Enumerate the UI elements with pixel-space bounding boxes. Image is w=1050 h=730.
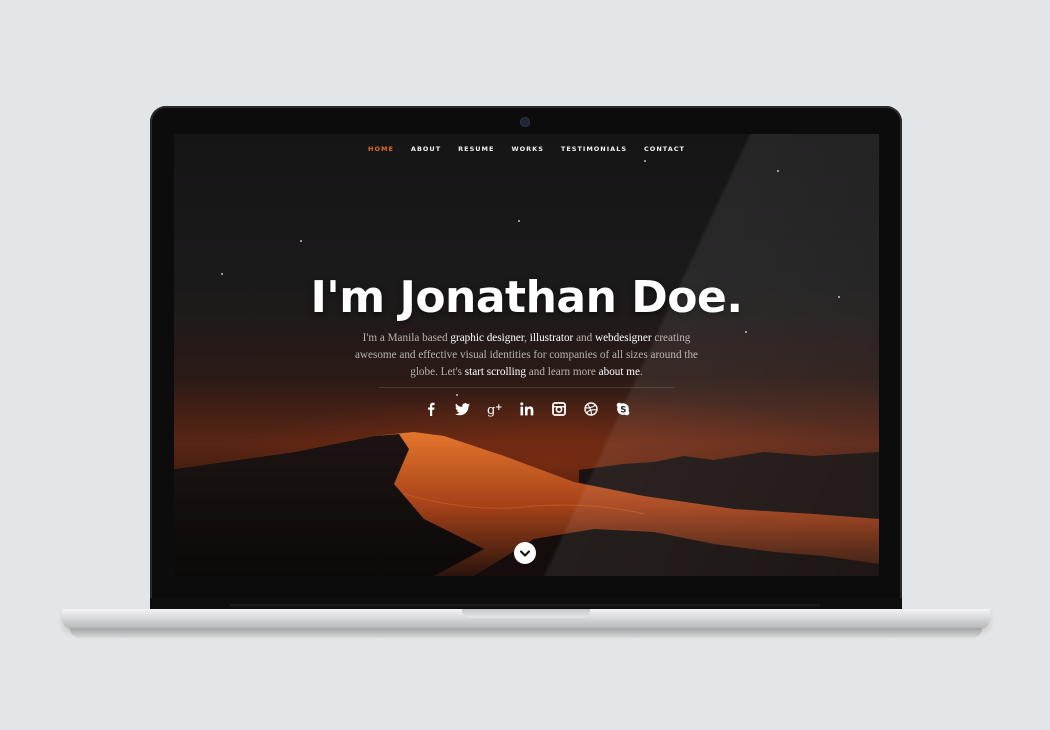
nav-item-resume[interactable]: RESUME (458, 142, 494, 156)
start-scrolling-link[interactable]: start scrolling (465, 366, 526, 378)
nav-item-about[interactable]: ABOUT (411, 142, 441, 156)
highlight-graphic-designer: graphic designer (450, 332, 525, 344)
twitter-icon[interactable] (454, 400, 472, 418)
scroll-down-button[interactable] (514, 542, 536, 564)
nav-item-home[interactable]: HOME (368, 142, 394, 156)
intro-text: and (573, 332, 596, 344)
svg-text:+: + (495, 403, 503, 413)
highlight-illustrator: illustrator (529, 332, 574, 344)
hinge (230, 604, 820, 607)
website-screen: HOME ABOUT RESUME WORKS TESTIMONIALS CON… (174, 134, 879, 576)
facebook-icon[interactable] (422, 400, 440, 418)
hero-intro: I'm a Manila based graphic designer, ill… (344, 330, 709, 381)
nav-item-testimonials[interactable]: TESTIMONIALS (561, 142, 627, 156)
nav-item-contact[interactable]: CONTACT (644, 142, 685, 156)
intro-text: I'm a Manila based (362, 332, 451, 344)
intro-text: . (639, 366, 643, 378)
svg-text:S: S (620, 405, 626, 415)
instagram-icon[interactable] (550, 400, 568, 418)
linkedin-icon[interactable] (518, 400, 536, 418)
hero-title: I'm Jonathan Doe. (310, 272, 743, 323)
highlight-webdesigner: webdesigner (595, 332, 652, 344)
laptop-opening-notch (462, 609, 590, 618)
skype-icon[interactable]: S (614, 400, 632, 418)
chevron-down-icon (520, 550, 530, 556)
intro-text: and learn more (525, 366, 599, 378)
laptop-mockup: HOME ABOUT RESUME WORKS TESTIMONIALS CON… (0, 0, 1050, 730)
social-links: g + S (174, 400, 879, 418)
laptop-base-bottom (70, 628, 982, 638)
nav-item-works[interactable]: WORKS (511, 142, 543, 156)
main-navigation: HOME ABOUT RESUME WORKS TESTIMONIALS CON… (174, 142, 879, 156)
dribbble-icon[interactable] (582, 400, 600, 418)
about-me-link[interactable]: about me (599, 366, 640, 378)
google-plus-icon[interactable]: g + (486, 400, 504, 418)
webcam (521, 118, 529, 126)
hero-divider (379, 387, 674, 388)
